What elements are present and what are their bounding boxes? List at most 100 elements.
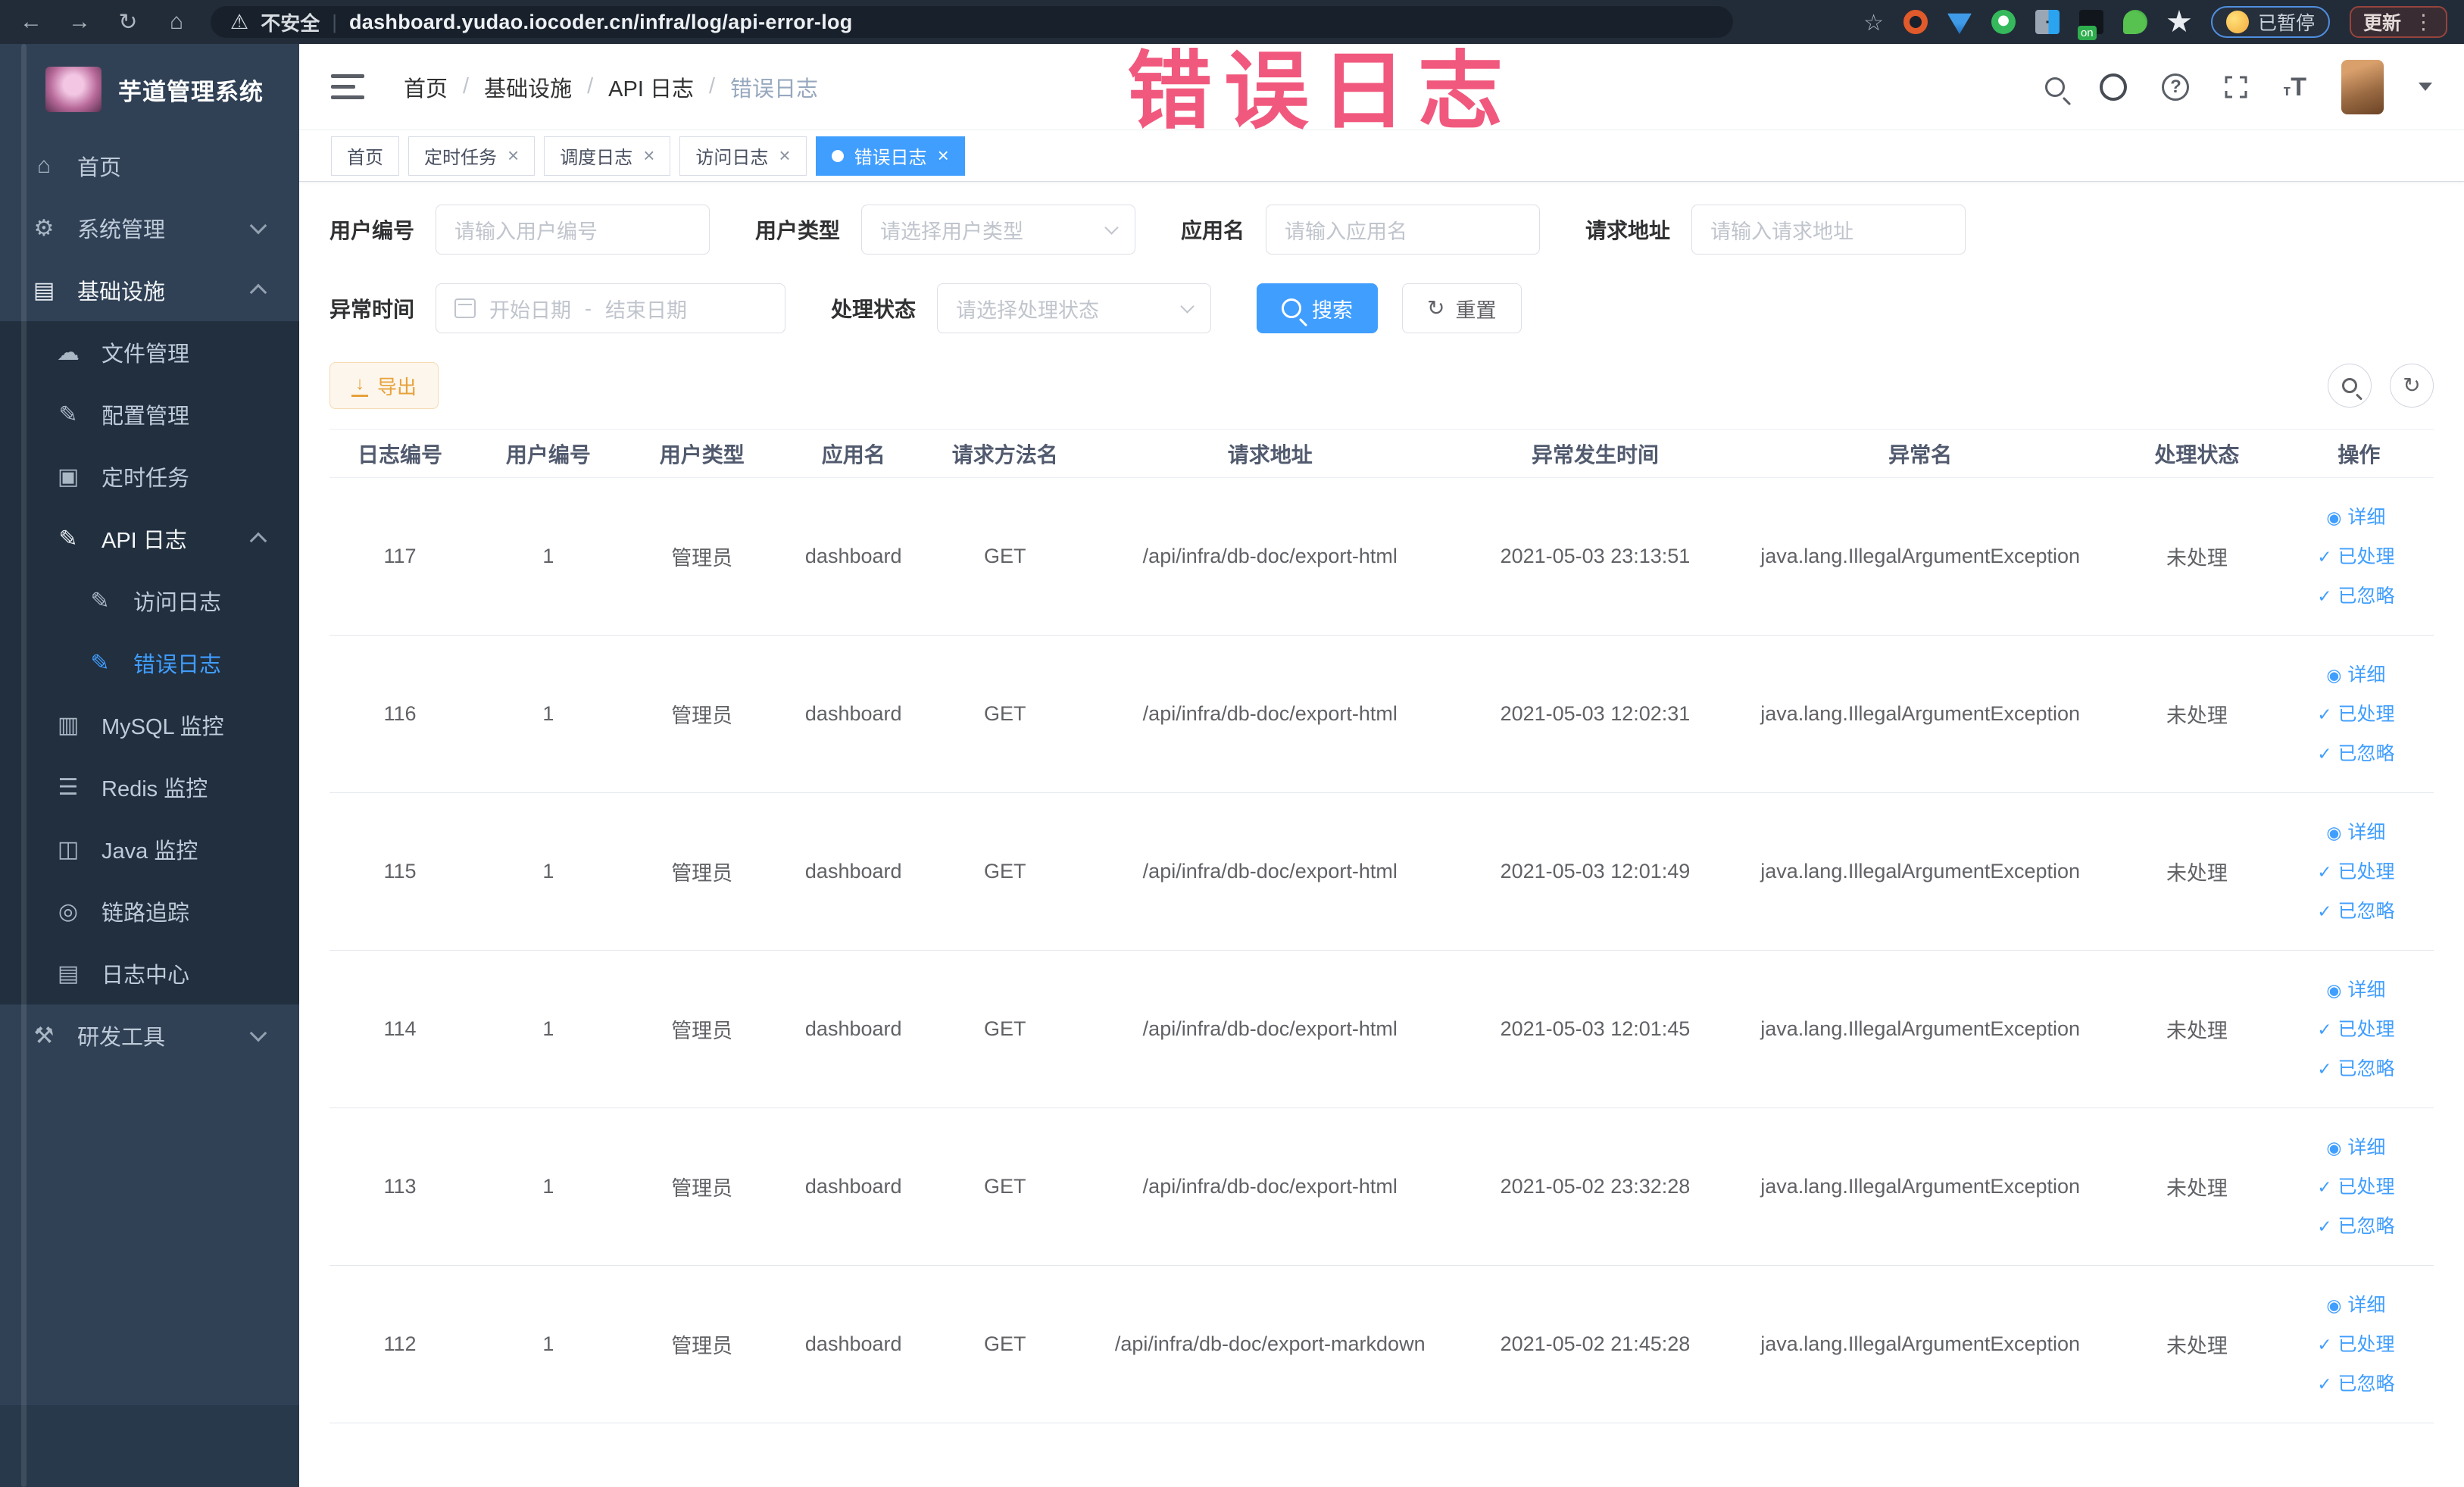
breadcrumb-item[interactable]: API 日志 <box>608 71 694 103</box>
cell-exception: java.lang.IllegalArgumentException <box>1731 950 2110 1108</box>
cell-actions: ◉ 详细 ✓ 已处理 ✓ 已忽略 <box>2284 477 2434 636</box>
user-id-input[interactable]: 请输入用户编号 <box>436 205 710 255</box>
close-icon[interactable]: × <box>779 144 790 167</box>
avatar[interactable] <box>2341 59 2384 114</box>
address-bar[interactable]: ⚠ 不安全 | dashboard.yudao.iocoder.cn/infra… <box>211 6 1733 38</box>
detail-link[interactable]: ◉ 详细 <box>2284 813 2428 852</box>
detail-link[interactable]: ◉ 详细 <box>2284 655 2428 695</box>
extension-icon[interactable] <box>2077 10 2103 40</box>
extension-icon[interactable] <box>2167 10 2191 33</box>
eye-icon: ◉ <box>2326 979 2342 1000</box>
tab-active[interactable]: 错误日志 × <box>815 136 965 176</box>
cell-id: 117 <box>329 477 471 636</box>
ignored-link[interactable]: ✓ 已忽略 <box>2284 1364 2428 1404</box>
table-row: 113 1 管理员 dashboard GET/api/infra/db-doc/exp… <box>329 1107 2434 1266</box>
tab-item[interactable]: 调度日志 × <box>544 136 671 176</box>
reload-icon[interactable]: ↻ <box>114 9 142 36</box>
cell-status: 未处理 <box>2110 477 2284 636</box>
exception-time-range[interactable]: 开始日期 - 结束日期 <box>436 283 786 333</box>
request-url-input[interactable]: 请输入请求地址 <box>1691 205 1966 255</box>
close-icon[interactable]: × <box>507 144 519 167</box>
detail-link[interactable]: ◉ 详细 <box>2284 970 2428 1010</box>
cell-url: /api/infra/db-doc/export-html <box>1080 950 1460 1108</box>
sidebar-item[interactable]: ⌂ 首页 <box>0 135 299 197</box>
ignored-link[interactable]: ✓ 已忽略 <box>2284 892 2428 931</box>
processed-link[interactable]: ✓ 已处理 <box>2284 537 2428 576</box>
breadcrumb-item[interactable]: 基础设施 <box>484 71 572 103</box>
close-icon[interactable]: × <box>938 144 949 167</box>
cell-time: 2021-05-03 12:01:49 <box>1459 792 1732 951</box>
export-button[interactable]: ↓ 导出 <box>329 362 439 409</box>
tab-item[interactable]: 定时任务 × <box>408 136 536 176</box>
processed-link[interactable]: ✓ 已处理 <box>2284 695 2428 734</box>
browser-menu-icon[interactable]: ⋮ <box>2413 11 2434 34</box>
user-type-select[interactable]: 请选择用户类型 <box>861 205 1136 255</box>
home-icon[interactable]: ⌂ <box>162 9 191 35</box>
sidebar-item[interactable]: ◎ 链路追踪 <box>0 880 299 942</box>
cell-actions: ◉ 详细 ✓ 已处理 ✓ 已忽略 <box>2284 950 2434 1108</box>
processed-link[interactable]: ✓ 已处理 <box>2284 1325 2428 1364</box>
check-icon: ✓ <box>2317 901 2332 921</box>
cell-id: 114 <box>329 950 471 1108</box>
github-icon[interactable] <box>2100 73 2128 101</box>
detail-link[interactable]: ◉ 详细 <box>2284 1128 2428 1167</box>
process-status-select[interactable]: 请选择处理状态 <box>937 283 1212 333</box>
paused-badge[interactable]: 已暂停 <box>2210 6 2330 38</box>
sidebar-scrollbar[interactable] <box>21 44 27 1487</box>
sidebar-item[interactable]: ▤ 日志中心 <box>0 942 299 1004</box>
api-log-icon: ✎ <box>58 526 78 551</box>
sidebar-item[interactable]: ✎ 配置管理 <box>0 383 299 445</box>
sidebar-item[interactable]: ▥ MySQL 监控 <box>0 694 299 756</box>
fullscreen-icon[interactable] <box>2224 75 2248 99</box>
user-menu-caret-icon[interactable] <box>2419 83 2432 91</box>
app-logo[interactable]: 芋道管理系统 <box>0 44 299 135</box>
close-icon[interactable]: × <box>643 144 654 167</box>
ignored-link[interactable]: ✓ 已忽略 <box>2284 734 2428 773</box>
sidebar-item[interactable]: ⚙ 系统管理 <box>0 197 299 259</box>
sidebar-item[interactable]: ◫ Java 监控 <box>0 818 299 880</box>
ignored-link[interactable]: ✓ 已忽略 <box>2284 1049 2428 1089</box>
detail-link[interactable]: ◉ 详细 <box>2284 498 2428 537</box>
app-name-input[interactable]: 请输入应用名 <box>1266 205 1541 255</box>
search-button[interactable]: 搜索 <box>1257 283 1379 333</box>
reset-button[interactable]: ↻ 重置 <box>1402 283 1522 333</box>
toggle-search-button[interactable] <box>2328 364 2372 408</box>
sidebar-item[interactable]: ☁ 文件管理 <box>0 321 299 383</box>
cell-actions: ◉ 详细 ✓ 已处理 ✓ 已忽略 <box>2284 635 2434 793</box>
update-button[interactable]: 更新 ⋮ <box>2349 6 2447 38</box>
cell-app: dashboard <box>777 477 929 636</box>
font-size-icon[interactable]: тT <box>2283 74 2306 100</box>
extension-icon[interactable] <box>1947 13 1972 34</box>
sidebar-item[interactable]: ⚒ 研发工具 <box>0 1004 299 1067</box>
extension-icon[interactable] <box>2035 10 2060 34</box>
search-icon[interactable] <box>2045 77 2066 97</box>
extension-icon[interactable] <box>1903 10 1928 34</box>
extension-icon[interactable] <box>1991 10 2016 34</box>
ignored-link[interactable]: ✓ 已忽略 <box>2284 1207 2428 1246</box>
breadcrumb-item[interactable]: 首页 <box>404 71 448 103</box>
processed-link[interactable]: ✓ 已处理 <box>2284 1010 2428 1049</box>
sidebar-item[interactable]: ✎ 错误日志 <box>0 632 299 694</box>
bookmark-star-icon[interactable]: ☆ <box>1863 10 1884 36</box>
back-icon[interactable]: ← <box>17 9 45 35</box>
refresh-table-button[interactable]: ↻ <box>2390 364 2434 408</box>
collapse-menu-icon[interactable] <box>331 74 364 99</box>
tab-item[interactable]: 访问日志 × <box>679 136 807 176</box>
processed-link[interactable]: ✓ 已处理 <box>2284 852 2428 892</box>
sidebar-item[interactable]: ☰ Redis 监控 <box>0 756 299 818</box>
forward-icon[interactable]: → <box>65 9 94 35</box>
check-icon: ✓ <box>2317 1334 2332 1354</box>
help-icon[interactable]: ? <box>2162 73 2190 101</box>
sidebar-item[interactable]: ✎ 访问日志 <box>0 570 299 632</box>
cloud-upload-icon: ☁ <box>57 339 80 365</box>
detail-link[interactable]: ◉ 详细 <box>2284 1286 2428 1325</box>
security-label: 不安全 <box>261 11 320 35</box>
sidebar-item[interactable]: ▣ 定时任务 <box>0 445 299 508</box>
sidebar-item[interactable]: ▤ 基础设施 <box>0 259 299 321</box>
check-icon: ✓ <box>2317 704 2332 724</box>
processed-link[interactable]: ✓ 已处理 <box>2284 1167 2428 1207</box>
extension-icon[interactable] <box>2122 10 2147 34</box>
sidebar-item[interactable]: ✎ API 日志 <box>0 508 299 570</box>
ignored-link[interactable]: ✓ 已忽略 <box>2284 576 2428 616</box>
tab-item[interactable]: 首页 <box>331 136 399 176</box>
